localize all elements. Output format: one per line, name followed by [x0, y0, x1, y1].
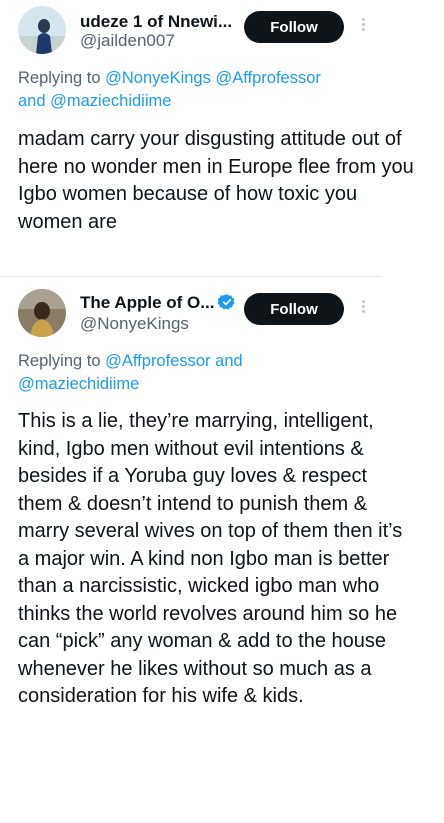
tweet-1[interactable]: udeze 1 of Nnewi... @jailden007 Follow R… [0, 0, 444, 270]
handle[interactable]: @NonyeKings [80, 314, 189, 334]
tweet-2[interactable]: The Apple of O... @NonyeKings Follow Rep… [0, 280, 444, 820]
display-name[interactable]: The Apple of O... [80, 293, 236, 316]
reply-and: and [18, 92, 46, 110]
avatar[interactable] [18, 289, 66, 337]
follow-button[interactable]: Follow [244, 293, 344, 325]
mention-link[interactable]: @Affprofessor [215, 69, 320, 87]
tweet-text: madam carry your disgusting attitude out… [18, 128, 414, 233]
verified-badge-icon [217, 293, 236, 316]
handle[interactable]: @jailden007 [80, 31, 175, 51]
replying-to: Replying to @Affprofessor and @maziechidi… [18, 350, 418, 396]
more-vertical-icon[interactable] [356, 298, 370, 320]
follow-button[interactable]: Follow [244, 11, 344, 43]
display-name[interactable]: udeze 1 of Nnewi... [80, 12, 232, 32]
avatar-image [18, 6, 66, 54]
reply-and: and [215, 352, 243, 370]
tweet-text: This is a lie, they’re marrying, intelli… [18, 410, 403, 707]
mention-link[interactable]: @maziechidiime [50, 92, 171, 110]
mention-link[interactable]: @maziechidiime [18, 375, 139, 393]
mention-link[interactable]: @Affprofessor [105, 352, 210, 370]
replying-prefix: Replying to [18, 352, 106, 370]
mention-link[interactable]: @NonyeKings [105, 69, 211, 87]
avatar-image [18, 289, 66, 337]
replying-prefix: Replying to [18, 69, 106, 87]
divider [0, 276, 380, 277]
display-name-text: The Apple of O... [80, 293, 215, 312]
more-vertical-icon[interactable] [356, 16, 370, 38]
avatar[interactable] [18, 6, 66, 54]
replying-to: Replying to @NonyeKings @Affprofessor and… [18, 67, 418, 113]
